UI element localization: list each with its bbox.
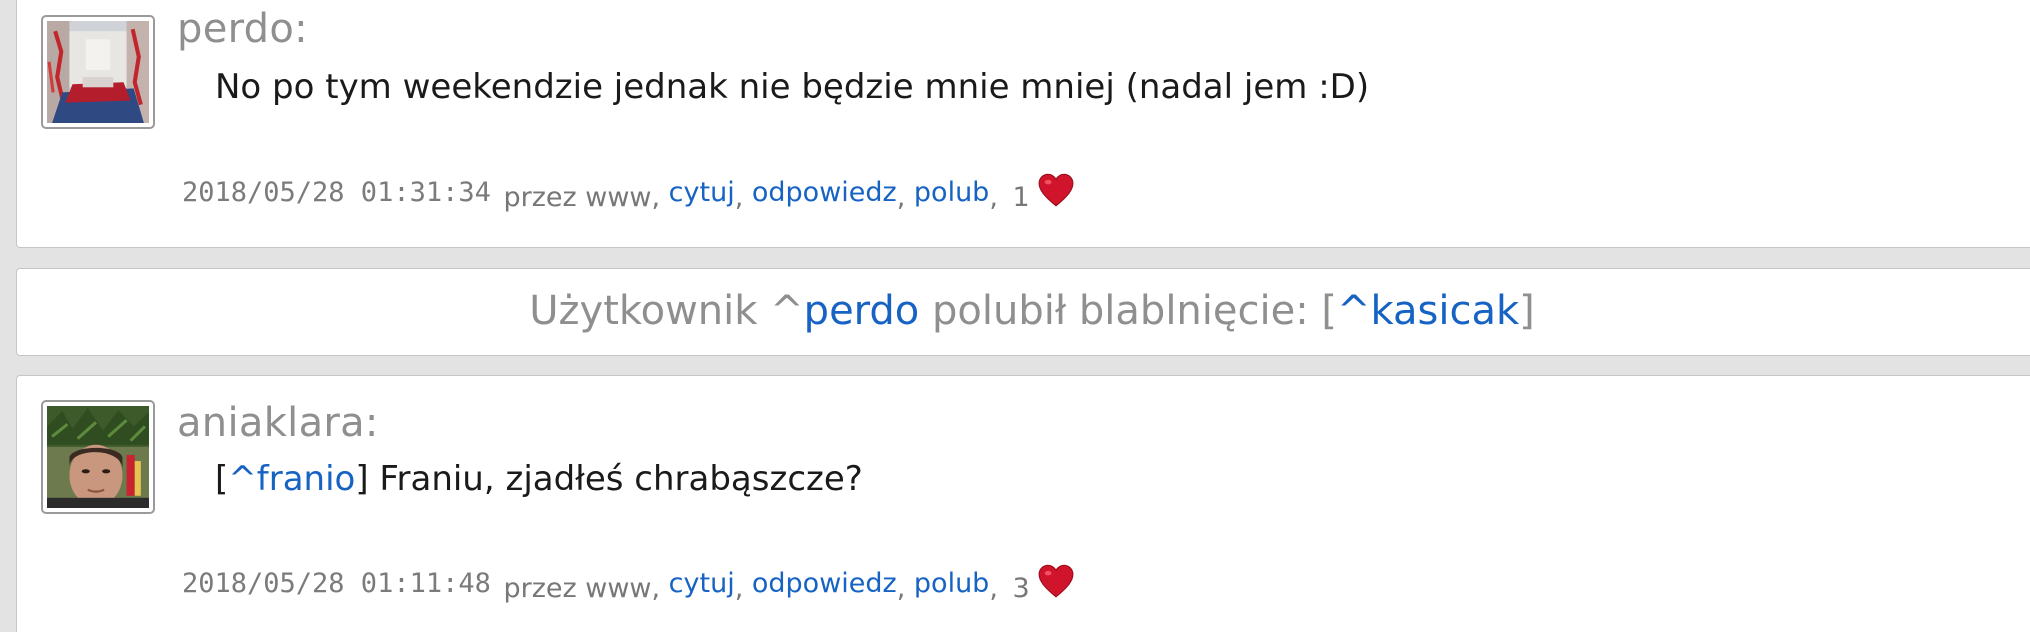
separator: , [896, 573, 906, 604]
post-message: [^franio] Franiu, zjadłeś chrabąszcze? [215, 457, 863, 501]
post-source: przez www [503, 573, 652, 604]
like-count: 1 [1012, 182, 1030, 213]
notice-middle: polubił blablnięcie: [ [919, 288, 1338, 334]
post-author[interactable]: perdo: [177, 5, 308, 53]
reply-link[interactable]: odpowiedz [752, 568, 897, 599]
post-message: No po tym weekendzie jednak nie będzie m… [215, 67, 1370, 107]
like-link[interactable]: polub [914, 177, 989, 208]
separator: , [896, 182, 906, 213]
heart-icon [1038, 564, 1074, 598]
feed: perdo: No po tym weekendzie jednak nie b… [0, 0, 2030, 632]
reply-link[interactable]: odpowiedz [752, 177, 897, 208]
post-meta: 2018/05/28 01:31:34 przez www, cytuj, od… [182, 173, 1074, 213]
quote-link[interactable]: cytuj [669, 568, 735, 599]
separator: , [989, 573, 998, 604]
notice-prefix: Użytkownik ^ [529, 288, 804, 334]
separator: , [651, 573, 661, 604]
post-timestamp: 2018/05/28 01:11:48 [182, 568, 491, 599]
avatar[interactable] [41, 400, 155, 514]
mention-link[interactable]: ^franio [228, 459, 355, 499]
notice-target-link[interactable]: ^kasicak [1337, 288, 1519, 334]
notice-suffix: ] [1519, 288, 1535, 334]
quote-link[interactable]: cytuj [669, 177, 735, 208]
post-author[interactable]: aniaklara: [177, 399, 379, 447]
post-timestamp: 2018/05/28 01:31:34 [182, 177, 491, 208]
separator: , [651, 182, 661, 213]
avatar-image [47, 21, 149, 123]
avatar-image [47, 406, 149, 508]
post-meta: 2018/05/28 01:11:48 przez www, cytuj, od… [182, 564, 1074, 604]
like-link[interactable]: polub [914, 568, 989, 599]
separator: , [734, 573, 744, 604]
message-text: ] Franiu, zjadłeś chrabąszcze? [355, 459, 863, 499]
avatar[interactable] [41, 15, 155, 129]
post-card: aniaklara: [^franio] Franiu, zjadłeś chr… [16, 375, 2030, 632]
notice-user-link[interactable]: perdo [804, 288, 920, 334]
post-card: perdo: No po tym weekendzie jednak nie b… [16, 0, 2030, 248]
like-notice: Użytkownik ^perdo polubił blablnięcie: [… [16, 268, 2030, 356]
like-count: 3 [1012, 573, 1030, 604]
post-source: przez www [503, 182, 652, 213]
like-notice-text: Użytkownik ^perdo polubił blablnięcie: [… [17, 285, 2030, 337]
separator: , [734, 182, 744, 213]
separator: , [989, 182, 998, 213]
heart-icon [1038, 173, 1074, 207]
message-prefix: [ [215, 459, 229, 499]
